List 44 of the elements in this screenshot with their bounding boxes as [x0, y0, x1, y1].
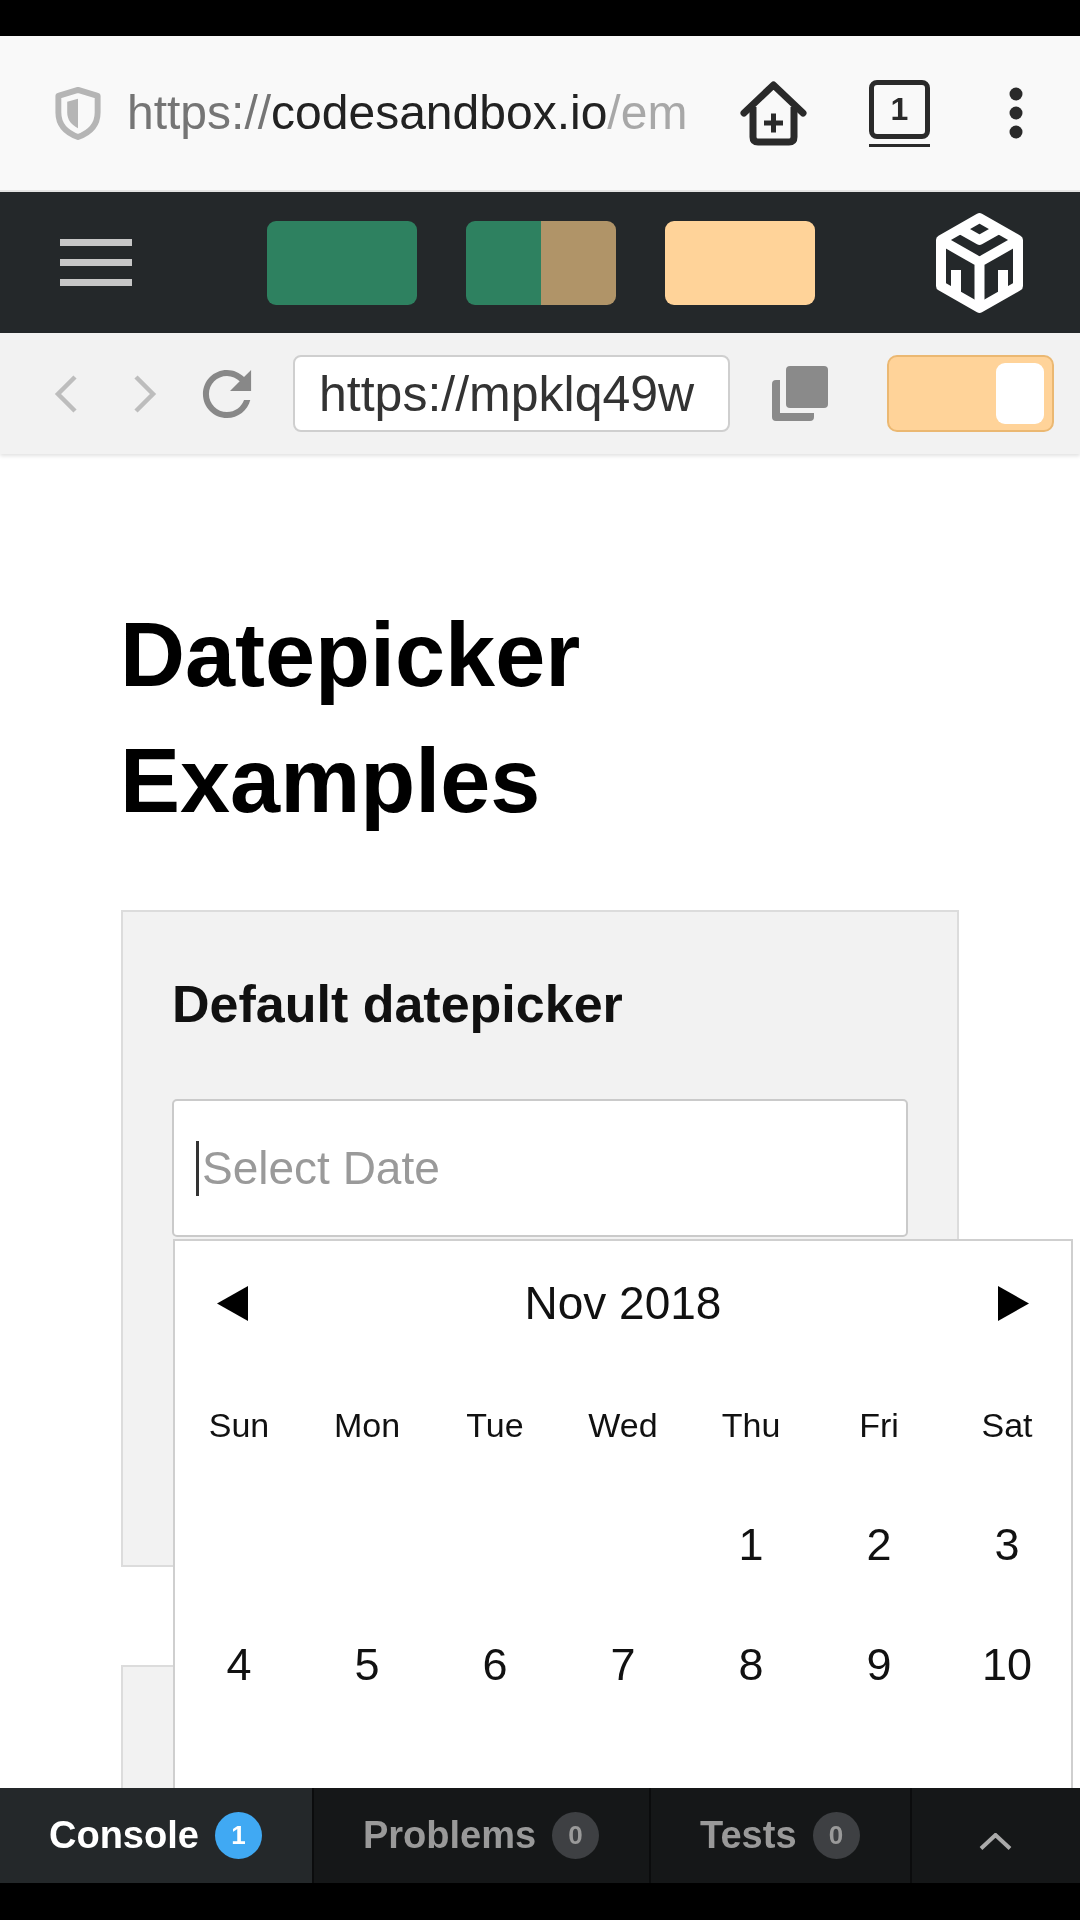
weekday-label: Fri — [859, 1405, 899, 1446]
count-badge: 0 — [552, 1812, 600, 1859]
previous-month-button[interactable] — [217, 1285, 248, 1321]
cube-logo-icon[interactable] — [935, 211, 1024, 314]
page-title: Datepicker Examples — [120, 604, 582, 833]
count-badge: 1 — [214, 1812, 262, 1859]
month-title: Nov 2018 — [524, 1276, 722, 1331]
calendar-day[interactable]: 4 — [226, 1638, 252, 1692]
address-text[interactable]: https://codesandbox.io/em — [127, 83, 688, 143]
text-cursor — [196, 1141, 199, 1196]
count-badge: 0 — [812, 1812, 860, 1859]
shield-icon[interactable] — [54, 86, 102, 140]
toggle-switch[interactable] — [887, 355, 1054, 432]
calendar-day[interactable]: 6 — [482, 1638, 508, 1692]
calendar-day[interactable]: 7 — [610, 1638, 636, 1692]
chevron-left-icon[interactable] — [54, 373, 78, 414]
home-plus-icon[interactable] — [740, 80, 807, 146]
url-field[interactable]: https://mpklq49w — [293, 355, 730, 432]
card-heading: Default datepicker — [172, 974, 624, 1035]
weekday-label: Tue — [466, 1405, 524, 1446]
weekday-label: Mon — [333, 1405, 401, 1446]
refresh-icon[interactable] — [202, 368, 252, 419]
calendar-day[interactable]: 2 — [866, 1518, 892, 1572]
copy-icon[interactable] — [772, 366, 828, 421]
panel-tab[interactable]: Console 1 — [0, 1788, 314, 1883]
weekday-label: Sun — [208, 1405, 270, 1446]
calendar-day[interactable]: 9 — [866, 1638, 892, 1692]
chevron-up-icon — [979, 1833, 1013, 1850]
weekday-label: Thu — [721, 1405, 781, 1446]
weekday-label: Wed — [588, 1405, 658, 1446]
weekday-label: Sat — [981, 1405, 1033, 1446]
calendar-day[interactable]: 3 — [994, 1518, 1020, 1572]
split-view-button[interactable] — [466, 220, 616, 305]
date-input-field[interactable]: Select Date — [172, 1099, 908, 1237]
calendar-day[interactable]: 10 — [981, 1638, 1033, 1692]
right-triangle-icon — [998, 1285, 1029, 1321]
calendar-day[interactable]: 1 — [738, 1518, 764, 1572]
more-icon[interactable] — [1009, 87, 1023, 139]
calendar-day[interactable]: 5 — [354, 1638, 380, 1692]
chevron-right-icon[interactable] — [133, 373, 157, 414]
left-triangle-icon — [217, 1285, 248, 1321]
next-month-button[interactable] — [998, 1285, 1029, 1321]
menu-icon[interactable] — [60, 239, 132, 286]
calendar-day[interactable]: 8 — [738, 1638, 764, 1692]
